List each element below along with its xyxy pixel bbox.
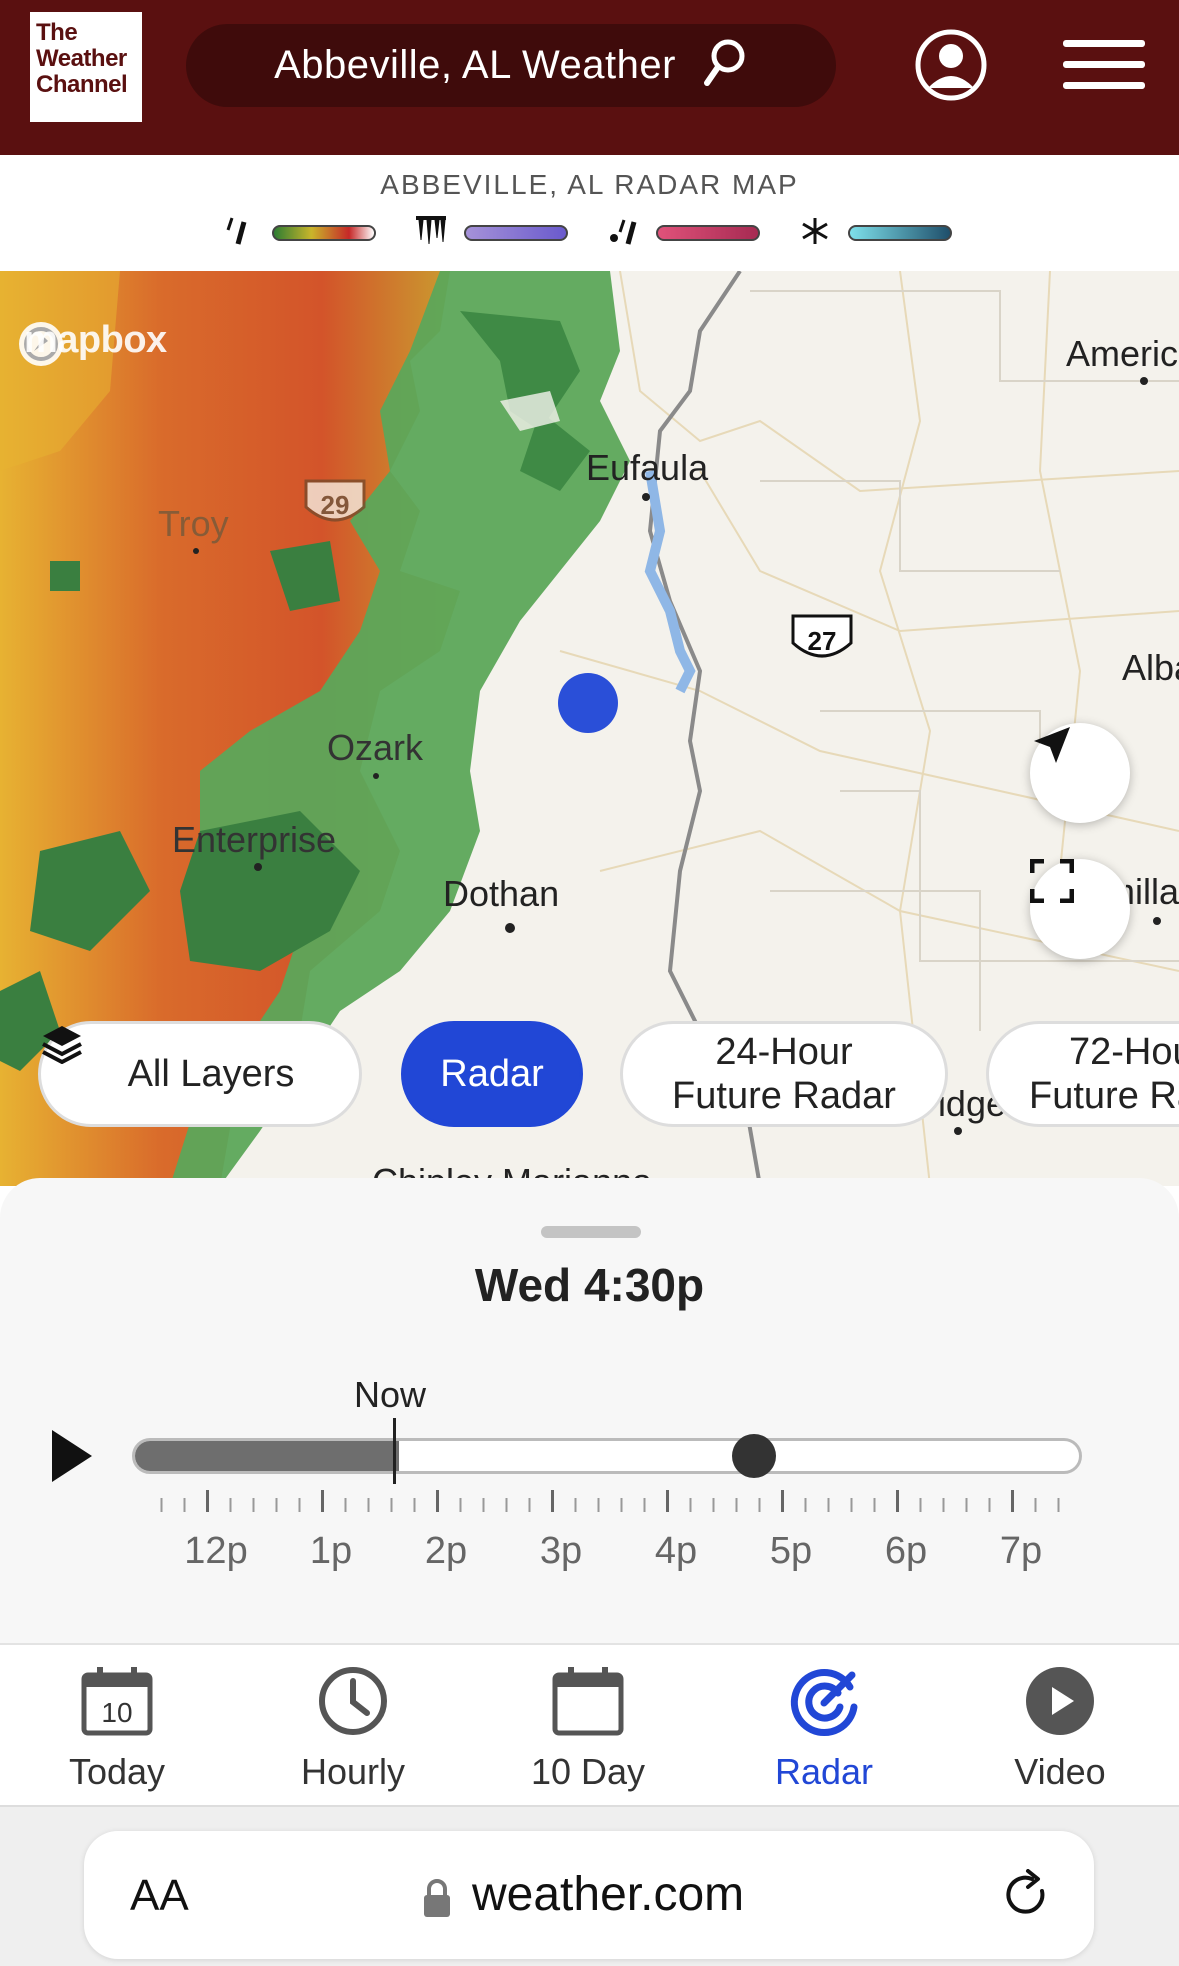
legend-snow xyxy=(800,217,952,247)
current-location-dot xyxy=(558,673,618,733)
tab-hourly[interactable]: Hourly xyxy=(253,1661,453,1793)
ice-gradient-bar xyxy=(464,225,568,241)
lock-icon xyxy=(422,1879,452,1924)
svg-text:29: 29 xyxy=(321,490,350,520)
mix-gradient-bar xyxy=(656,225,760,241)
tab-radar-label: Radar xyxy=(774,1751,874,1792)
future-radar-72h-line1: 72-Hour xyxy=(1069,1031,1179,1073)
location-search-bar[interactable]: Abbeville, AL Weather xyxy=(186,24,836,107)
rain-icon xyxy=(226,216,254,251)
radar-layer-button[interactable]: Radar xyxy=(401,1021,583,1127)
calendar-today-icon: 10 xyxy=(17,1661,217,1741)
svg-text:27: 27 xyxy=(808,626,837,656)
tick-label: 4p xyxy=(654,1530,698,1572)
future-radar-72h-line2: Future Radar xyxy=(1029,1075,1179,1117)
map-label-camilla: Camilla xyxy=(1126,871,1179,912)
future-radar-72h-button[interactable]: 72-Hour Future Radar xyxy=(986,1021,1179,1127)
timeline-scrubber-track[interactable] xyxy=(132,1438,1082,1474)
ice-icon xyxy=(416,215,446,251)
text-size-button[interactable]: AA xyxy=(130,1871,189,1921)
route-27-shield: 27 xyxy=(791,614,853,658)
now-marker xyxy=(393,1418,396,1484)
map-label-americus: Americus xyxy=(1066,333,1179,374)
snow-gradient-bar xyxy=(848,225,952,241)
tab-video-label: Video xyxy=(1014,1751,1106,1792)
weather-channel-logo[interactable]: The Weather Channel xyxy=(30,12,142,122)
current-frame-time: Wed 4:30p xyxy=(474,1259,705,1311)
bottom-tab-bar: 10 Today Hourly 10 Day Radar Video xyxy=(0,1643,1179,1805)
timeline-scrubber-thumb[interactable] xyxy=(732,1434,777,1478)
mapbox-wordmark: mapbox xyxy=(24,319,167,361)
radar-icon xyxy=(724,1661,924,1741)
timeline-sheet: Wed 4:30p Now 12p 1p 2p 3p 4p 5p 6p 7p xyxy=(0,1178,1179,1643)
tab-video[interactable]: Video xyxy=(960,1661,1160,1793)
tab-hourly-label: Hourly xyxy=(300,1751,406,1792)
legend-rain xyxy=(226,217,376,247)
radar-layer-label: Radar xyxy=(440,1053,544,1095)
future-radar-24h-button[interactable]: 24-Hour Future Radar xyxy=(620,1021,948,1127)
location-title: Abbeville, AL Weather xyxy=(274,43,676,87)
map-label-dothan: Dothan xyxy=(443,873,560,914)
future-radar-24h-line2: Future Radar xyxy=(672,1075,896,1117)
all-layers-label: All Layers xyxy=(127,1053,295,1095)
map-label-troy: Troy xyxy=(158,503,229,544)
tick-label: 1p xyxy=(309,1530,353,1572)
rain-gradient-bar xyxy=(272,225,376,241)
timeline-ticks xyxy=(160,1490,1060,1512)
map-label-ozark: Ozark xyxy=(327,727,424,768)
route-29-shield: 29 xyxy=(304,479,366,522)
map-label-albany: Albany xyxy=(1122,647,1179,688)
future-radar-24h-line1: 24-Hour xyxy=(715,1031,853,1073)
legend-mix xyxy=(608,219,760,247)
sheet-drag-handle[interactable] xyxy=(541,1226,641,1238)
tick-label: 5p xyxy=(769,1530,813,1572)
radar-map[interactable]: 29 27 mapbox Americus Eufaula Troy Alban… xyxy=(0,271,1179,1186)
logo-line-2: Weather xyxy=(36,45,127,72)
locate-me-button[interactable] xyxy=(1030,723,1130,823)
tick-label: 7p xyxy=(999,1530,1043,1572)
search-icon xyxy=(702,38,748,93)
reload-icon[interactable] xyxy=(1002,1869,1052,1928)
timeline-past-fill xyxy=(135,1441,400,1471)
tick-label: 12p xyxy=(184,1530,248,1572)
snow-icon xyxy=(800,216,830,251)
mix-icon xyxy=(608,216,638,251)
play-button[interactable] xyxy=(50,1428,94,1489)
tab-10-day[interactable]: 10 Day xyxy=(488,1661,688,1793)
calendar-icon xyxy=(488,1661,688,1741)
radar-legend: ABBEVILLE, AL RADAR MAP xyxy=(0,155,1179,271)
tick-label: 3p xyxy=(539,1530,583,1572)
now-label: Now xyxy=(354,1374,427,1415)
app-header: The Weather Channel Abbeville, AL Weathe… xyxy=(0,0,1179,155)
tick-label: 6p xyxy=(884,1530,928,1572)
url-text: weather.com xyxy=(472,1868,745,1921)
all-layers-button[interactable]: All Layers xyxy=(38,1021,362,1127)
account-icon[interactable] xyxy=(914,28,988,107)
tab-10-day-label: 10 Day xyxy=(530,1751,646,1792)
video-play-icon xyxy=(960,1661,1160,1741)
fullscreen-button[interactable] xyxy=(1030,859,1130,959)
map-label-enterprise: Enterprise xyxy=(172,819,337,860)
radar-map-title: ABBEVILLE, AL RADAR MAP xyxy=(380,169,799,200)
play-icon xyxy=(50,1430,94,1488)
legend-ice xyxy=(416,215,568,247)
address-bar[interactable]: AA weather.com xyxy=(84,1831,1094,1959)
tab-radar[interactable]: Radar xyxy=(724,1661,924,1793)
tab-today[interactable]: 10 Today xyxy=(17,1661,217,1793)
tab-today-label: Today xyxy=(68,1751,166,1792)
logo-line-1: The xyxy=(36,19,78,46)
tick-label: 2p xyxy=(424,1530,468,1572)
browser-toolbar: AA weather.com xyxy=(0,1805,1179,1966)
hamburger-menu-icon[interactable] xyxy=(1063,40,1145,95)
logo-line-3: Channel xyxy=(36,71,128,98)
map-label-eufaula: Eufaula xyxy=(586,447,709,488)
calendar-date-badge: 10 xyxy=(101,1697,132,1728)
mapbox-logo[interactable]: mapbox xyxy=(16,319,167,366)
clock-icon xyxy=(253,1661,453,1741)
